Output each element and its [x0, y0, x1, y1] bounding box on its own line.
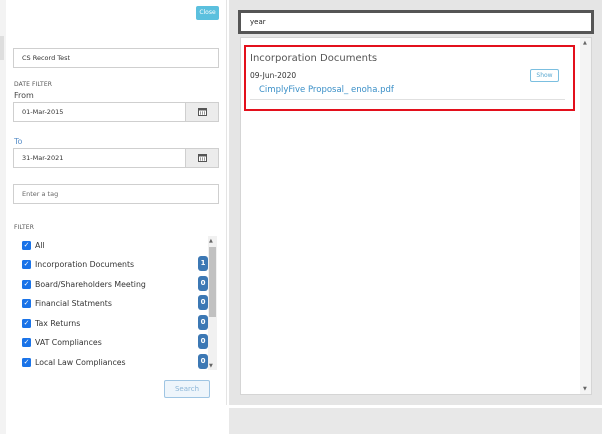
show-button[interactable]: Show: [530, 69, 559, 82]
filter-item-label: VAT Compliances: [35, 337, 102, 347]
count-badge: 0: [198, 276, 208, 291]
filter-item-tax-returns[interactable]: ✓ Tax Returns 0: [22, 314, 210, 332]
left-edge-marker: [0, 36, 4, 60]
filter-scrollbar[interactable]: ▲ ▼: [208, 236, 217, 370]
result-date: 09-Jun-2020: [250, 71, 297, 80]
from-label: From: [14, 91, 34, 100]
record-name-field[interactable]: CS Record Test: [13, 48, 219, 68]
checkbox-checked-icon[interactable]: ✓: [22, 337, 31, 347]
filter-item-local-law-compliances[interactable]: ✓ Local Law Compliances 0: [22, 353, 210, 370]
calendar-icon: [197, 154, 207, 162]
close-button[interactable]: Close: [196, 6, 219, 20]
filter-item-board-shareholders-meeting[interactable]: ✓ Board/Shareholders Meeting 0: [22, 275, 210, 293]
count-badge: 1: [198, 256, 208, 271]
result-card: Incorporation Documents 09-Jun-2020 Show…: [244, 45, 575, 111]
arrow-down-icon[interactable]: ▼: [583, 386, 587, 392]
arrow-down-icon[interactable]: ▼: [209, 363, 213, 369]
to-calendar-button[interactable]: [185, 148, 219, 168]
to-label: To: [14, 137, 23, 146]
filter-item-financial-statements[interactable]: ✓ Financial Statments 0: [22, 294, 210, 312]
filter-item-label: Local Law Compliances: [35, 357, 126, 367]
checkbox-checked-icon[interactable]: ✓: [22, 298, 31, 308]
file-link[interactable]: CimplyFive Proposal_ enoha.pdf: [259, 85, 394, 95]
arrow-up-icon[interactable]: ▲: [209, 238, 213, 244]
filter-item-label: Tax Returns: [35, 318, 81, 328]
filter-item-label: Incorporation Documents: [35, 259, 135, 269]
to-date-input[interactable]: 31-Mar-2021: [13, 148, 186, 168]
count-badge: 0: [198, 295, 208, 310]
document-search-input[interactable]: year: [238, 10, 594, 34]
arrow-up-icon[interactable]: ▲: [583, 40, 587, 46]
left-edge-strip: [0, 0, 6, 434]
checkbox-checked-icon[interactable]: ✓: [22, 240, 31, 250]
filter-item-incorporation-documents[interactable]: ✓ Incorporation Documents 1: [22, 255, 210, 273]
bottom-strip: [229, 408, 602, 434]
filter-item-all[interactable]: ✓ All: [22, 236, 210, 254]
filter-list: ✓ All ✓ Incorporation Documents 1 ✓ Boar…: [22, 236, 210, 370]
filter-item-label: Board/Shareholders Meeting: [35, 279, 146, 289]
tag-input[interactable]: Enter a tag: [13, 184, 219, 204]
filter-item-label: Financial Statments: [35, 298, 112, 308]
checkbox-checked-icon[interactable]: ✓: [22, 279, 31, 289]
from-date-input[interactable]: 01-Mar-2015: [13, 102, 186, 122]
checkbox-checked-icon[interactable]: ✓: [22, 318, 31, 328]
calendar-icon: [197, 108, 207, 116]
results-scrollbar[interactable]: ▲ ▼: [580, 38, 591, 394]
filter-item-vat-compliances[interactable]: ✓ VAT Compliances 0: [22, 333, 210, 351]
checkbox-checked-icon[interactable]: ✓: [22, 357, 31, 367]
count-badge: 0: [198, 315, 208, 330]
checkbox-checked-icon[interactable]: ✓: [22, 259, 31, 269]
result-title: Incorporation Documents: [250, 53, 378, 64]
date-filter-label: DATE FILTER: [14, 81, 52, 88]
result-divider: [250, 99, 565, 100]
scrollbar-thumb[interactable]: [209, 247, 216, 317]
count-badge: 0: [198, 334, 208, 349]
count-badge: 0: [198, 354, 208, 369]
panel-divider: [226, 0, 227, 405]
search-button[interactable]: Search: [164, 380, 210, 398]
from-calendar-button[interactable]: [185, 102, 219, 122]
filter-label: FILTER: [14, 224, 34, 231]
filter-item-label: All: [35, 240, 45, 250]
